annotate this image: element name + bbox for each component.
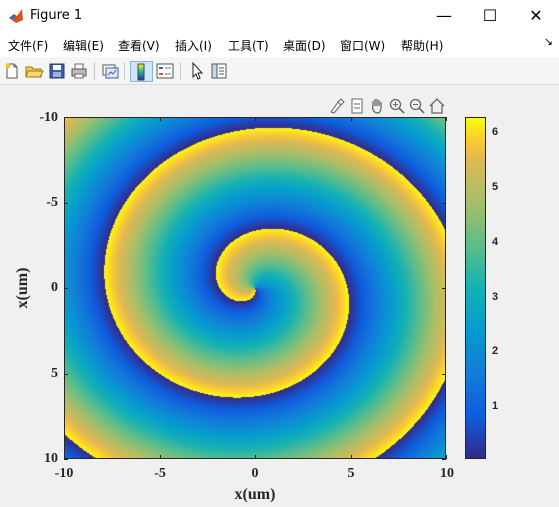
figure-toolbar	[0, 57, 559, 85]
axis-tick-mark	[255, 455, 256, 459]
menu-bar: 文件(F) 编辑(E) 查看(V) 插入(I) 工具(T) 桌面(D) 窗口(W…	[0, 31, 559, 57]
colorbar-tick-label: 2	[492, 345, 499, 357]
window-title: Figure 1	[30, 8, 83, 23]
colorbar-gradient	[466, 118, 485, 458]
title-bar: Figure 1 — ☐ ✕	[0, 0, 559, 31]
menu-help[interactable]: 帮助(H)	[401, 37, 443, 54]
pointer-icon[interactable]	[187, 61, 207, 81]
colorbar[interactable]	[465, 117, 486, 459]
menu-insert[interactable]: 插入(I)	[175, 37, 212, 54]
y-tick-label: 5	[51, 366, 58, 381]
axis-tick-mark	[255, 117, 256, 121]
colorbar-tick-label: 6	[492, 126, 499, 138]
menu-tools[interactable]: 工具(T)	[228, 37, 269, 54]
axis-tick-mark	[159, 117, 161, 121]
colorbar-tick-label: 5	[492, 181, 499, 193]
axis-tick-mark	[64, 459, 68, 460]
close-button[interactable]: ✕	[513, 0, 559, 31]
axis-tick-mark	[442, 459, 446, 460]
colorbar-tick-label: 4	[492, 236, 499, 248]
menu-desktop[interactable]: 桌面(D)	[283, 37, 326, 54]
y-tick-label: -10	[39, 110, 58, 125]
y-axis-label: x(um)	[14, 267, 31, 309]
property-inspector-icon[interactable]	[209, 61, 229, 81]
zoom-in-icon[interactable]	[388, 97, 406, 115]
axis-tick-mark	[64, 288, 68, 289]
open-file-icon[interactable]	[24, 61, 44, 81]
print-icon[interactable]	[69, 61, 89, 81]
axis-tick-mark	[64, 373, 68, 375]
save-icon[interactable]	[47, 61, 67, 81]
y-tick-label: 10	[44, 451, 58, 466]
axis-tick-mark	[159, 455, 161, 459]
colorbar-tick-label: 1	[492, 400, 499, 412]
axis-tick-mark	[442, 373, 446, 375]
x-axis-label: x(um)	[234, 486, 276, 503]
axis-tick-mark	[442, 288, 446, 289]
link-plot-icon[interactable]	[100, 61, 120, 81]
matlab-logo-icon	[8, 8, 24, 24]
menu-view[interactable]: 查看(V)	[118, 37, 160, 54]
x-tick-label: -5	[154, 466, 166, 481]
menu-file[interactable]: 文件(F)	[8, 37, 48, 54]
colorbar-icon[interactable]	[130, 61, 153, 82]
x-tick-label: -10	[54, 466, 74, 481]
menu-window[interactable]: 窗口(W)	[340, 37, 385, 54]
axis-tick-mark	[64, 202, 68, 204]
toolbar-separator	[180, 62, 181, 80]
x-tick-label: 0	[251, 466, 259, 481]
zoom-out-icon[interactable]	[408, 97, 426, 115]
maximize-button[interactable]: ☐	[467, 0, 513, 31]
axis-tick-mark	[64, 117, 68, 118]
axis-tick-mark	[442, 202, 446, 204]
home-icon[interactable]	[428, 97, 446, 115]
y-tick-label: -5	[46, 195, 58, 210]
x-tick-label: 5	[347, 466, 355, 481]
colorbar-tick-label: 3	[492, 291, 499, 303]
toolbar-separator	[94, 62, 95, 80]
axis-tick-mark	[350, 117, 352, 121]
new-figure-icon[interactable]	[2, 61, 22, 81]
x-tick-label: 10	[440, 466, 454, 481]
phase-heatmap[interactable]	[64, 117, 446, 459]
axis-tick-mark	[446, 455, 447, 459]
heatmap-image	[64, 117, 446, 459]
axis-tick-mark	[350, 455, 352, 459]
dock-arrow-icon[interactable]: ↘	[544, 35, 553, 48]
menu-edit[interactable]: 编辑(E)	[63, 37, 104, 54]
pan-icon[interactable]	[368, 97, 386, 115]
minimize-button[interactable]: —	[421, 0, 467, 31]
brush-icon[interactable]	[328, 97, 346, 115]
axis-tick-mark	[446, 117, 447, 121]
data-tips-icon[interactable]	[348, 97, 366, 115]
legend-icon[interactable]	[155, 61, 175, 81]
toolbar-separator	[124, 62, 125, 80]
